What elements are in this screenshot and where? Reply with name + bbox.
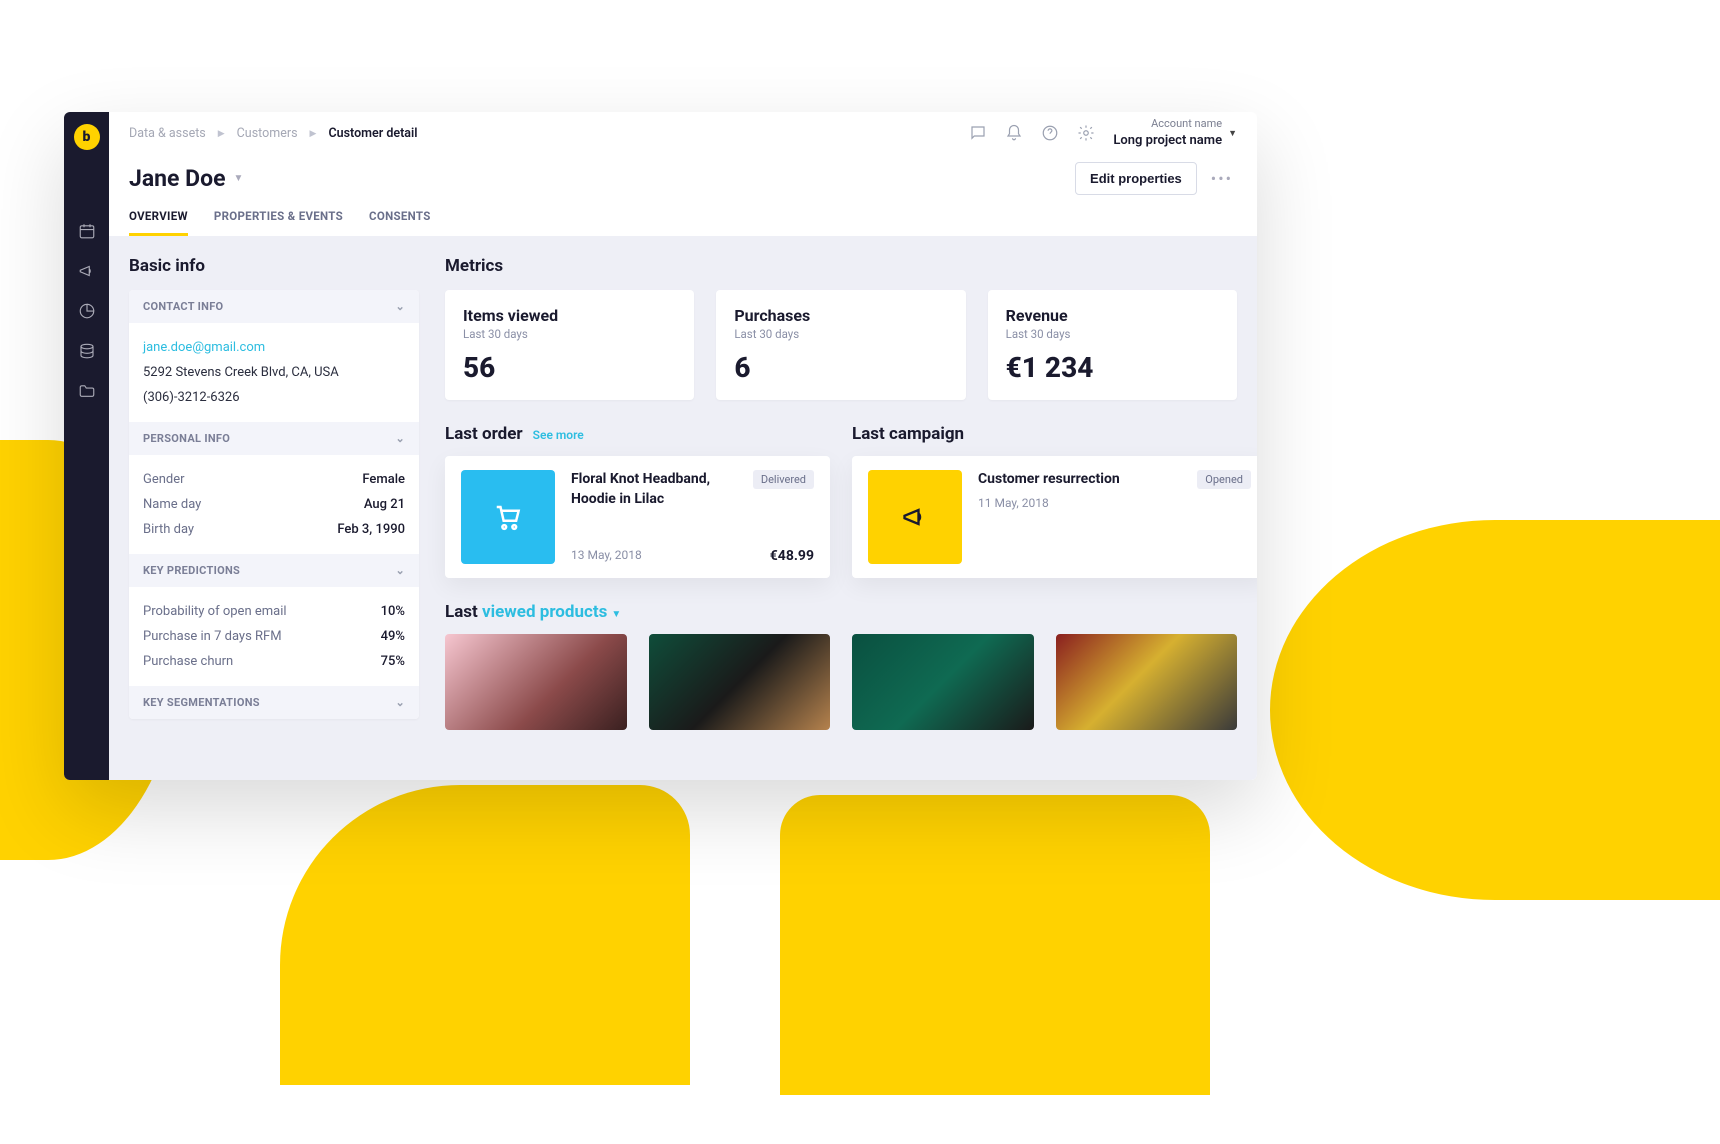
topbar: Data & assets ▶ Customers ▶ Customer det… xyxy=(109,112,1257,156)
kv-row: Purchase in 7 days RFM49% xyxy=(143,624,405,649)
panel-label: KEY PREDICTIONS xyxy=(143,564,240,577)
viewed-products-link[interactable]: viewed products xyxy=(482,602,607,622)
personal-info-header[interactable]: PERSONAL INFO ⌄ xyxy=(129,422,419,455)
see-more-link[interactable]: See more xyxy=(533,428,584,442)
pie-chart-icon[interactable] xyxy=(78,302,96,320)
sidebar: b xyxy=(64,112,109,780)
key-predictions-header[interactable]: KEY PREDICTIONS ⌄ xyxy=(129,554,419,587)
caret-down-icon[interactable]: ▼ xyxy=(611,609,621,620)
tabs: OVERVIEW PROPERTIES & EVENTS CONSENTS xyxy=(109,195,1257,236)
tab-consents[interactable]: CONSENTS xyxy=(369,209,431,236)
cart-icon xyxy=(461,470,555,564)
metric-subtitle: Last 30 days xyxy=(734,327,947,341)
chevron-right-icon: ▶ xyxy=(218,129,225,139)
metrics-title: Metrics xyxy=(445,256,1237,276)
campaign-date: 11 May, 2018 xyxy=(978,496,1251,510)
kv-row: Probability of open email10% xyxy=(143,599,405,624)
kv-row: Purchase churn75% xyxy=(143,649,405,674)
caret-down-icon[interactable]: ▼ xyxy=(234,173,244,184)
basic-info-title: Basic info xyxy=(129,256,419,276)
campaign-name: Customer resurrection xyxy=(978,470,1120,490)
metric-value: 56 xyxy=(463,351,676,384)
basic-info-card: CONTACT INFO ⌄ jane.doe@gmail.com 5292 S… xyxy=(129,290,419,719)
order-price: €48.99 xyxy=(770,548,814,564)
customer-email[interactable]: jane.doe@gmail.com xyxy=(143,335,405,360)
bell-icon[interactable] xyxy=(1005,124,1023,142)
project-name: Long project name xyxy=(1113,132,1222,150)
status-badge: Delivered xyxy=(753,470,814,489)
gear-icon[interactable] xyxy=(1077,124,1095,142)
app-window: b Data & assets ▶ Customers ▶ Customer d… xyxy=(64,112,1257,780)
edit-properties-button[interactable]: Edit properties xyxy=(1075,162,1197,195)
product-thumb[interactable] xyxy=(852,634,1034,730)
kv-row: GenderFemale xyxy=(143,467,405,492)
contact-info-header[interactable]: CONTACT INFO ⌄ xyxy=(129,290,419,323)
order-date: 13 May, 2018 xyxy=(571,548,642,564)
metric-revenue: Revenue Last 30 days €1 234 xyxy=(988,290,1237,400)
customer-address: 5292 Stevens Creek Blvd, CA, USA xyxy=(143,360,405,385)
tab-properties-events[interactable]: PROPERTIES & EVENTS xyxy=(214,209,343,236)
panel-label: PERSONAL INFO xyxy=(143,432,230,445)
kv-row: Birth dayFeb 3, 1990 xyxy=(143,517,405,542)
metric-title: Items viewed xyxy=(463,306,676,325)
metric-subtitle: Last 30 days xyxy=(463,327,676,341)
last-campaign-title: Last campaign xyxy=(852,424,964,444)
key-segmentations-header[interactable]: KEY SEGMENTATIONS ⌄ xyxy=(129,686,419,719)
chevron-right-icon: ▶ xyxy=(310,129,317,139)
customer-phone: (306)-3212-6326 xyxy=(143,385,405,410)
caret-down-icon: ▼ xyxy=(1228,128,1237,139)
panel-label: KEY SEGMENTATIONS xyxy=(143,696,260,709)
metric-title: Purchases xyxy=(734,306,947,325)
product-thumb[interactable] xyxy=(649,634,831,730)
last-order-title: Last order xyxy=(445,424,523,444)
metric-value: 6 xyxy=(734,351,947,384)
customer-header: Jane Doe ▼ Edit properties ••• xyxy=(109,156,1257,195)
product-thumb[interactable] xyxy=(445,634,627,730)
crumb-current: Customer detail xyxy=(328,126,417,141)
help-icon[interactable] xyxy=(1041,124,1059,142)
metric-value: €1 234 xyxy=(1006,351,1219,384)
account-name: Account name xyxy=(1113,117,1222,132)
megaphone-icon xyxy=(868,470,962,564)
kv-row: Name dayAug 21 xyxy=(143,492,405,517)
more-options-icon[interactable]: ••• xyxy=(1207,165,1237,192)
metric-items-viewed: Items viewed Last 30 days 56 xyxy=(445,290,694,400)
status-badge: Opened xyxy=(1197,470,1251,489)
chevron-down-icon: ⌄ xyxy=(395,432,405,445)
order-product: Floral Knot Headband, Hoodie in Lilac xyxy=(571,470,743,509)
brand-logo[interactable]: b xyxy=(74,124,100,150)
metric-subtitle: Last 30 days xyxy=(1006,327,1219,341)
folder-icon[interactable] xyxy=(78,382,96,400)
crumb-data-assets[interactable]: Data & assets xyxy=(129,126,206,141)
calendar-icon[interactable] xyxy=(78,222,96,240)
panel-label: CONTACT INFO xyxy=(143,300,223,313)
chevron-down-icon: ⌄ xyxy=(395,300,405,313)
breadcrumb: Data & assets ▶ Customers ▶ Customer det… xyxy=(129,126,418,141)
account-switcher[interactable]: Account name Long project name xyxy=(1113,117,1222,149)
chevron-down-icon: ⌄ xyxy=(395,564,405,577)
last-viewed-title: Last viewed products▼ xyxy=(445,602,1237,622)
last-campaign-card[interactable]: Customer resurrection Opened 11 May, 201… xyxy=(852,456,1257,578)
crumb-customers[interactable]: Customers xyxy=(237,126,298,141)
customer-name: Jane Doe xyxy=(129,165,226,192)
chevron-down-icon: ⌄ xyxy=(395,696,405,709)
metric-title: Revenue xyxy=(1006,306,1219,325)
megaphone-icon[interactable] xyxy=(78,262,96,280)
metric-purchases: Purchases Last 30 days 6 xyxy=(716,290,965,400)
database-icon[interactable] xyxy=(78,342,96,360)
tab-overview[interactable]: OVERVIEW xyxy=(129,209,188,236)
last-order-card[interactable]: Floral Knot Headband, Hoodie in Lilac De… xyxy=(445,456,830,578)
chat-icon[interactable] xyxy=(969,124,987,142)
product-thumb[interactable] xyxy=(1056,634,1238,730)
